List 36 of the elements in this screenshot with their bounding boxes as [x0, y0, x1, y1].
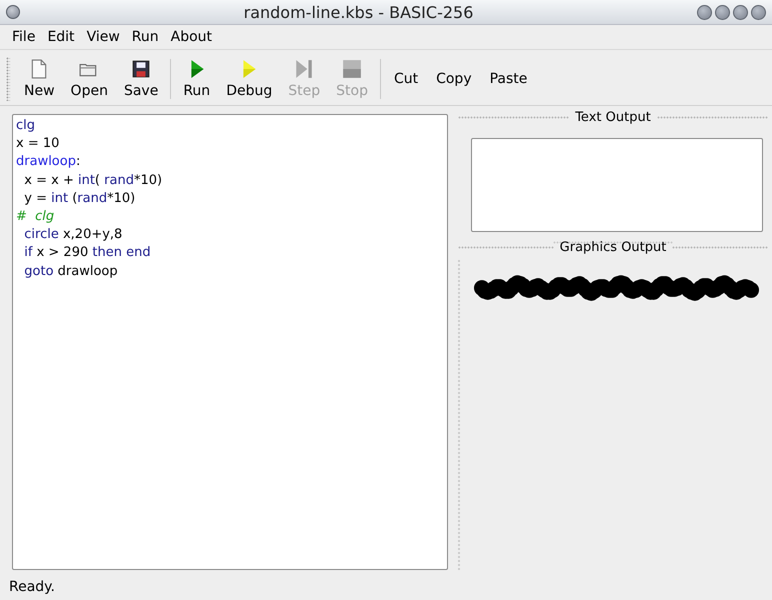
toolbar-button[interactable]: Cut: [384, 53, 428, 105]
code-line: drawloop:: [16, 153, 82, 172]
restore-icon[interactable]: [715, 4, 730, 20]
menu-item[interactable]: Run: [126, 29, 165, 45]
status-text: Ready.: [9, 579, 55, 595]
panel-title: Text Output: [575, 110, 651, 124]
code-line: goto drawloop: [23, 262, 119, 281]
toolbar-button[interactable]: Run: [175, 53, 218, 105]
toolbar-grip[interactable]: [6, 57, 10, 101]
maximize-icon[interactable]: [733, 4, 748, 20]
minimize-icon[interactable]: [697, 4, 712, 20]
code-line: clg: [16, 117, 36, 135]
window-title: random-line.kbs - BASIC-256: [242, 2, 474, 22]
toolbar-button[interactable]: New: [16, 53, 63, 105]
toolbar-button[interactable]: Save: [116, 53, 166, 105]
code-line: circle x,20+y,8: [23, 226, 124, 244]
close-icon[interactable]: [751, 4, 766, 20]
stop-icon: [342, 59, 362, 79]
toolbar-button[interactable]: Debug: [218, 53, 280, 105]
menu-item[interactable]: About: [164, 29, 218, 45]
step-icon: [294, 59, 314, 79]
menu-item[interactable]: Edit: [41, 29, 81, 45]
panel-title: Graphics Output: [560, 240, 666, 254]
code-line: x = x + int( rand*10): [23, 172, 164, 190]
code-line: y = int (rand*10): [23, 190, 136, 208]
text-output-area[interactable]: [471, 138, 763, 232]
code-line: # clg: [16, 208, 56, 226]
toolbar-button[interactable]: Copy: [427, 53, 481, 105]
menu-item[interactable]: File: [6, 29, 42, 45]
code-line: if x > 290 then end: [23, 244, 152, 262]
toolbar-button[interactable]: Paste: [480, 53, 536, 105]
code-line: x = 10: [16, 135, 60, 154]
menu-item[interactable]: View: [80, 29, 126, 45]
window-menu-icon[interactable]: [6, 5, 20, 19]
toolbar-button[interactable]: Open: [62, 53, 116, 105]
code-editor[interactable]: clg x = 10 drawloop: x = x + int( rand*10) y = int (rand*10) # clg circle x,20+y,8 if x > 290 then end goto drawloop: [12, 114, 448, 570]
